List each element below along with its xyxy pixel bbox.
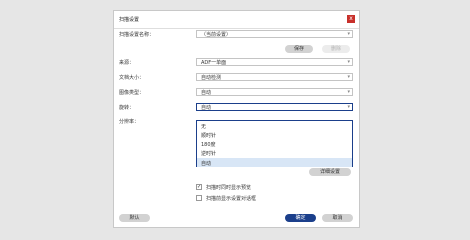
- profile-select[interactable]: （当前设置） ▾: [196, 30, 353, 38]
- dialog-titlebar: 扫描设置 x: [114, 11, 359, 27]
- chevron-down-icon: ▾: [347, 104, 350, 110]
- ok-button[interactable]: 确定: [285, 214, 316, 222]
- scan-settings-dialog: 扫描设置 x 扫描设置名称： （当前设置） ▾ 保存 删除 来源： ADF一单面…: [113, 10, 360, 228]
- rotate-dropdown-list: 无 顺时针 180度 逆时针 自动: [196, 120, 353, 167]
- dropdown-option-selected[interactable]: 自动: [197, 158, 352, 167]
- chevron-down-icon: ▾: [347, 89, 350, 95]
- default-button[interactable]: 默认: [119, 214, 150, 222]
- close-icon[interactable]: x: [347, 15, 355, 23]
- detail-settings-button[interactable]: 详细设置: [309, 168, 351, 176]
- rotate-select[interactable]: 自动 ▾: [196, 103, 353, 111]
- show-dialog-checkbox[interactable]: [196, 195, 202, 201]
- preview-checkbox[interactable]: ✓: [196, 184, 202, 190]
- doc-size-value: 自动检测: [201, 74, 222, 81]
- cancel-button[interactable]: 取消: [322, 214, 353, 222]
- image-type-label: 图像类型：: [119, 90, 145, 96]
- dialog-title: 扫描设置: [119, 17, 140, 23]
- dropdown-option[interactable]: 180度: [197, 139, 352, 148]
- profile-value: （当前设置）: [201, 31, 232, 38]
- doc-size-select[interactable]: 自动检测 ▾: [196, 73, 353, 81]
- rotate-label: 旋转：: [119, 105, 135, 111]
- title-divider: [114, 28, 359, 29]
- source-select[interactable]: ADF一单面 ▾: [196, 58, 353, 66]
- source-value: ADF一单面: [201, 59, 227, 66]
- doc-size-label: 文档大小：: [119, 75, 145, 81]
- preview-checkbox-label: 扫描时同时显示预览: [206, 185, 252, 191]
- chevron-down-icon: ▾: [347, 59, 350, 65]
- chevron-down-icon: ▾: [347, 74, 350, 80]
- source-label: 来源：: [119, 60, 135, 66]
- image-type-value: 自动: [201, 89, 212, 96]
- dropdown-option[interactable]: 顺时针: [197, 130, 352, 139]
- profile-label: 扫描设置名称：: [119, 32, 155, 38]
- rotate-value: 自动: [201, 104, 212, 111]
- dropdown-option[interactable]: 逆时针: [197, 148, 352, 157]
- save-button[interactable]: 保存: [285, 45, 313, 53]
- show-dialog-checkbox-label: 扫描前显示设置对话框: [206, 196, 257, 202]
- chevron-down-icon: ▾: [347, 31, 350, 37]
- delete-button[interactable]: 删除: [322, 45, 350, 53]
- resolution-label: 分辨率：: [119, 119, 140, 125]
- image-type-select[interactable]: 自动 ▾: [196, 88, 353, 96]
- dropdown-option[interactable]: 无: [197, 121, 352, 130]
